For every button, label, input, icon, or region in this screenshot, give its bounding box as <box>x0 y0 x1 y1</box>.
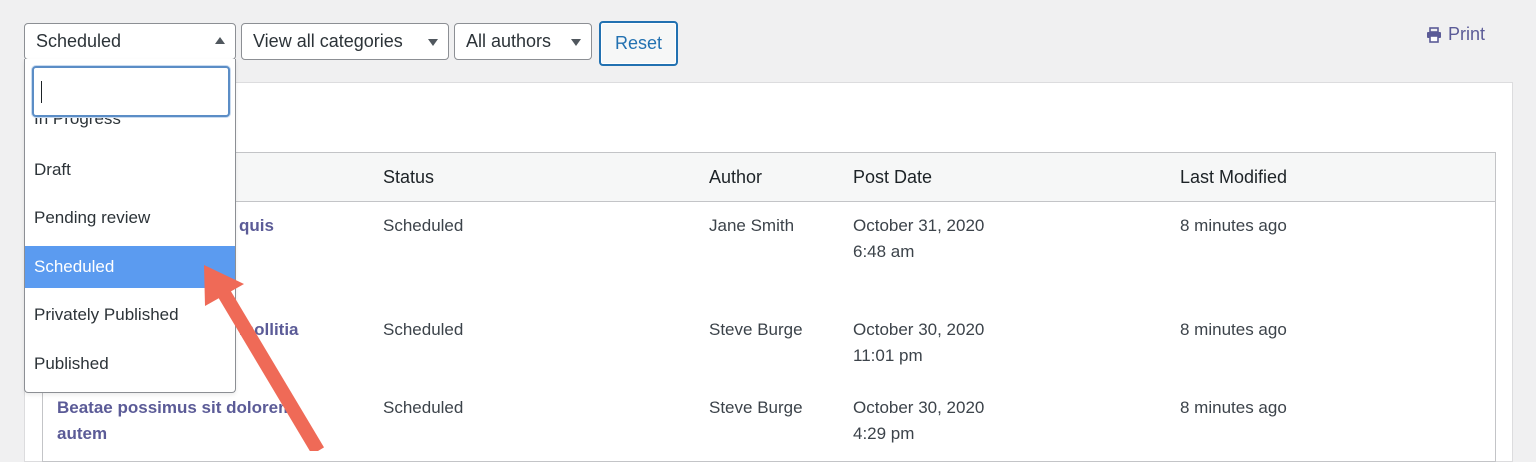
annotation-arrow-icon <box>204 265 325 451</box>
